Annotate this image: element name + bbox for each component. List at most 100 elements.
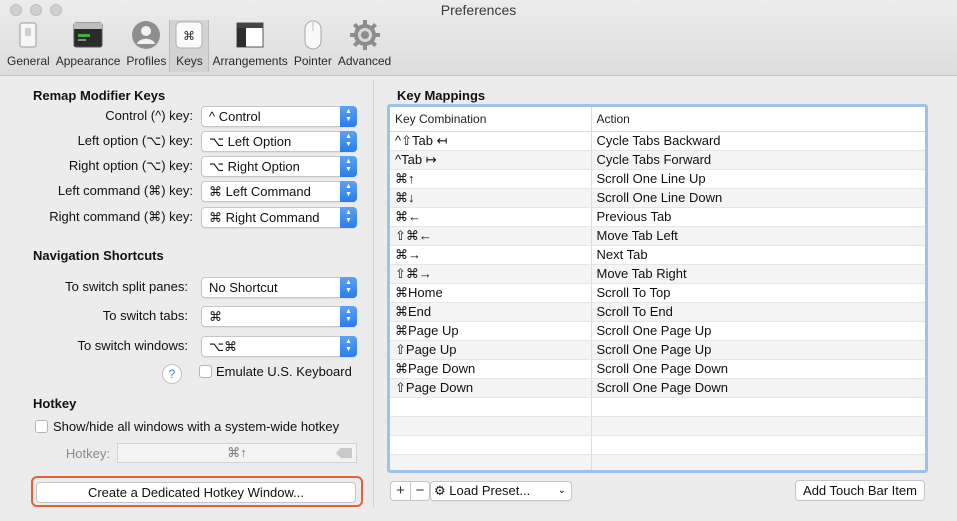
action-cell: Move Tab Left — [590, 226, 925, 246]
showhide-hotkey-label: Show/hide all windows with a system-wide… — [53, 419, 340, 434]
key-combination-cell: ⌘Page Up — [390, 321, 591, 341]
tab-pointer[interactable]: Pointer — [291, 20, 335, 72]
table-row[interactable]: ⌘Page Up Scroll One Page Up — [390, 321, 925, 341]
right-option-key-label: Right option (⌥) key: — [68, 158, 193, 173]
mapping-rows: ^⇧Tab ↤ Cycle Tabs Backward ^Tab ↦ Cycle Ta… — [390, 131, 925, 470]
key-combination-cell — [390, 435, 591, 455]
pane-divider — [373, 80, 374, 507]
table-row[interactable]: ^⇧Tab ↤ Cycle Tabs Backward — [390, 131, 925, 151]
table-row[interactable]: ⇧Page Down Scroll One Page Down — [390, 378, 925, 398]
chevron-down-icon: ⌄ — [557, 485, 566, 496]
chevron-updown-icon: ▲ ▼ — [340, 336, 357, 357]
add-touch-bar-item-button[interactable]: Add Touch Bar Item — [795, 480, 925, 501]
control-key-popup[interactable]: ^ Control ▲ ▼ — [201, 106, 357, 127]
chevron-updown-icon: ▲ ▼ — [340, 106, 357, 127]
key-mappings-table: Key Combination Action ^⇧Tab ↤ Cycle Tabs… — [387, 104, 928, 473]
remove-mapping-button[interactable]: − — [410, 482, 429, 500]
left-command-key-popup[interactable]: ⌘ Left Command ▲ ▼ — [201, 181, 357, 202]
table-row[interactable]: ⌘↓ Scroll One Line Down — [390, 188, 925, 208]
right-option-key-popup[interactable]: ⌥ Right Option ▲ ▼ — [201, 156, 357, 177]
key-combination-cell — [390, 416, 591, 436]
create-hotkey-window-button[interactable]: Create a Dedicated Hotkey Window... — [36, 482, 356, 503]
table-row[interactable] — [390, 435, 925, 455]
clear-icon[interactable] — [336, 448, 352, 458]
action-cell: Next Tab — [590, 245, 925, 265]
key-combination-cell: ⌘↓ — [390, 188, 591, 208]
table-row[interactable] — [390, 397, 925, 417]
load-preset-popup[interactable]: ⚙ Load Preset... ⌄ — [430, 481, 572, 501]
preferences-toolbar: General Appearance Profiles ⌘ Keys Arran… — [4, 20, 394, 72]
action-cell: Scroll To Top — [590, 283, 925, 303]
tab-arrangements[interactable]: Arrangements — [209, 20, 290, 72]
help-button[interactable]: ? — [162, 364, 182, 384]
add-mapping-button[interactable]: + — [391, 482, 410, 500]
emulate-us-keyboard-checkbox[interactable] — [199, 365, 212, 378]
action-cell — [590, 435, 925, 455]
right-command-key-popup[interactable]: ⌘ Right Command ▲ ▼ — [201, 207, 357, 228]
table-row[interactable]: ^Tab ↦ Cycle Tabs Forward — [390, 150, 925, 170]
action-cell — [590, 416, 925, 436]
tab-general[interactable]: General — [4, 20, 53, 72]
left-option-key-popup[interactable]: ⌥ Left Option ▲ ▼ — [201, 131, 357, 152]
hotkey-field[interactable]: ⌘↑ — [117, 443, 357, 463]
window-title: Preferences — [440, 2, 517, 18]
left-option-key-label: Left option (⌥) key: — [77, 133, 193, 148]
table-row[interactable]: ⌘Page Down Scroll One Page Down — [390, 359, 925, 379]
key-combination-cell: ⇧Page Up — [390, 340, 591, 360]
add-remove-control: + − — [390, 481, 430, 501]
action-cell: Cycle Tabs Forward — [590, 150, 925, 170]
gear-icon: ⚙ — [434, 483, 446, 498]
switch-windows-popup[interactable]: ⌥⌘ ▲ ▼ — [201, 336, 357, 357]
table-row[interactable]: ⌘End Scroll To End — [390, 302, 925, 322]
showhide-hotkey-checkbox[interactable] — [35, 420, 48, 433]
action-cell: Scroll To End — [590, 302, 925, 322]
title-bar: Preferences General Appearance Profiles … — [0, 0, 957, 76]
column-action[interactable]: Action — [590, 107, 925, 132]
left-command-key-label: Left command (⌘) key: — [57, 183, 193, 198]
key-mappings-heading: Key Mappings — [397, 88, 486, 103]
action-cell: Scroll One Page Down — [590, 359, 925, 379]
split-panes-label: To switch split panes: — [65, 279, 188, 294]
table-row[interactable]: ⇧⌘→ Move Tab Right — [390, 264, 925, 284]
column-key-combination[interactable]: Key Combination — [390, 107, 591, 132]
chevron-updown-icon: ▲ ▼ — [340, 156, 357, 177]
action-cell: Scroll One Page Down — [590, 378, 925, 398]
arrangements-icon — [234, 19, 266, 51]
remap-heading: Remap Modifier Keys — [33, 88, 166, 103]
table-row[interactable]: ⇧⌘← Move Tab Left — [390, 226, 925, 246]
table-row[interactable]: ⌘Home Scroll To Top — [390, 283, 925, 303]
key-combination-cell: ⌘End — [390, 302, 591, 322]
key-combination-cell: ⌘Home — [390, 283, 591, 303]
appearance-icon — [72, 19, 104, 51]
table-row[interactable]: ⌘↑ Scroll One Line Up — [390, 169, 925, 189]
chevron-updown-icon: ▲ ▼ — [340, 306, 357, 327]
tab-advanced[interactable]: Advanced — [335, 20, 394, 72]
table-row[interactable] — [390, 454, 925, 470]
table-row[interactable]: ⌘← Previous Tab — [390, 207, 925, 227]
chevron-updown-icon: ▲ ▼ — [340, 277, 357, 298]
hotkey-field-label: Hotkey: — [65, 446, 110, 461]
emulate-us-keyboard-label: Emulate U.S. Keyboard — [216, 364, 352, 379]
chevron-updown-icon: ▲ ▼ — [340, 181, 357, 202]
key-combination-cell: ⇧Page Down — [390, 378, 591, 398]
pointer-icon — [297, 19, 329, 51]
action-cell — [590, 397, 925, 417]
hotkey-heading: Hotkey — [33, 396, 77, 411]
action-cell: Scroll One Line Down — [590, 188, 925, 208]
table-row[interactable] — [390, 416, 925, 436]
action-cell: Scroll One Line Up — [590, 169, 925, 189]
table-row[interactable]: ⌘→ Next Tab — [390, 245, 925, 265]
svg-text:⌘: ⌘ — [183, 29, 195, 43]
split-panes-popup[interactable]: No Shortcut ▲ ▼ — [201, 277, 357, 298]
tab-appearance[interactable]: Appearance — [53, 20, 124, 72]
tab-profiles[interactable]: Profiles — [123, 20, 169, 72]
action-cell: Previous Tab — [590, 207, 925, 227]
key-combination-cell: ⌘↑ — [390, 169, 591, 189]
action-cell: Scroll One Page Up — [590, 321, 925, 341]
tab-keys[interactable]: ⌘ Keys — [169, 20, 210, 72]
action-cell — [590, 454, 925, 470]
table-row[interactable]: ⇧Page Up Scroll One Page Up — [390, 340, 925, 360]
table-header: Key Combination Action — [390, 107, 925, 132]
switch-tabs-popup[interactable]: ⌘ ▲ ▼ — [201, 306, 357, 327]
chevron-updown-icon: ▲ ▼ — [340, 207, 357, 228]
